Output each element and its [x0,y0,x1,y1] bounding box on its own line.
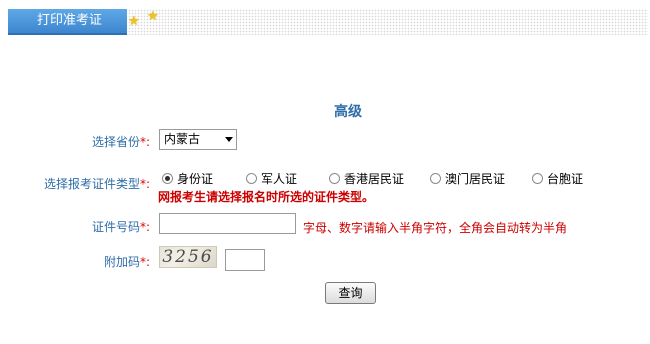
star-icon: ★ [147,9,159,24]
radio-option-hongkong-card[interactable]: 香港居民证 [329,170,404,187]
cert-type-note: 网报考生请选择报名时所选的证件类型。 [158,190,375,204]
radio-checked-icon[interactable] [162,173,173,184]
radio-option-taiwan-card[interactable]: 台胞证 [532,170,583,187]
province-label: 选择省份*: [92,135,151,149]
tab-label: 打印准考证 [37,13,103,28]
cert-number-label: 证件号码*: [92,220,151,234]
star-icon: ★ [128,14,140,29]
chevron-down-icon [225,137,233,142]
province-select[interactable]: 内蒙古 [159,129,237,150]
cert-number-hint: 字母、数字请输入半角字符，全角会自动转为半角 [303,221,568,235]
query-button[interactable]: 查询 [325,282,376,304]
captcha-input[interactable] [225,249,265,271]
radio-unchecked-icon[interactable] [430,173,441,184]
province-selected-value: 内蒙古 [164,132,201,146]
radio-option-macau-card[interactable]: 澳门居民证 [430,170,505,187]
captcha-label: 附加码*: [104,255,151,269]
cert-number-input[interactable] [159,213,296,234]
captcha-image[interactable]: 3256 [159,246,217,268]
radio-unchecked-icon[interactable] [329,173,340,184]
cert-type-label: 选择报考证件类型*: [44,177,151,191]
radio-option-military-card[interactable]: 军人证 [246,170,297,187]
radio-unchecked-icon[interactable] [246,173,257,184]
radio-unchecked-icon[interactable] [532,173,543,184]
form-title: 高级 [334,104,362,120]
radio-option-id-card[interactable]: 身份证 [162,170,213,187]
tab-print-admission-ticket[interactable]: 打印准考证 [8,9,127,35]
